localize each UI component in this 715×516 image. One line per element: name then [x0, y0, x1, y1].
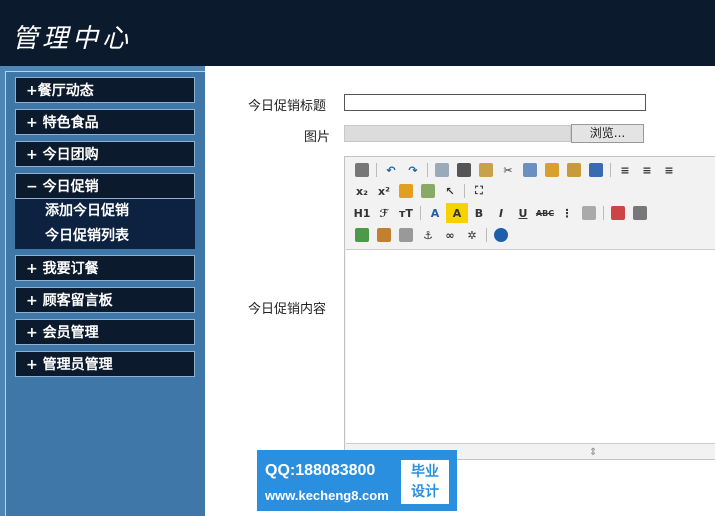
strikethrough-icon[interactable]: ABC: [534, 203, 556, 223]
spellcheck-icon[interactable]: [417, 181, 439, 201]
title-input[interactable]: [344, 94, 646, 111]
paste-word-icon[interactable]: [585, 160, 607, 180]
sidebar-item-group-buy[interactable]: + 今日团购: [15, 141, 195, 167]
fullscreen-icon[interactable]: ⛶: [468, 181, 490, 201]
watermark-badge: 毕业 设计: [401, 460, 449, 504]
editor-toolbar-row-3: H1 ℱ тT A A B I U ABC ⋮: [351, 203, 651, 223]
content-label: 今日促销内容: [248, 302, 327, 317]
toolbar-separator: [603, 206, 604, 220]
cut-icon[interactable]: ✂: [497, 160, 519, 180]
editor-toolbar-row-2: x₂ x² ↖ ⛶: [351, 181, 490, 201]
font-size-dropdown[interactable]: тT: [395, 203, 417, 223]
image-file-field[interactable]: [344, 125, 571, 142]
editor-content-area[interactable]: [346, 249, 715, 444]
heading-dropdown[interactable]: H1: [351, 203, 373, 223]
image-label: 图片: [304, 130, 331, 145]
rich-text-editor: ↶ ↷ ✂ ≡ ≡ ≡ x₂ x² ↖ ⛶ H1 ℱ тT A A B I U …: [344, 156, 715, 460]
subscript-icon[interactable]: x₂: [351, 181, 373, 201]
watermark-qq: QQ:188083800: [265, 462, 376, 479]
select-all-icon[interactable]: ↖: [439, 181, 461, 201]
toolbar-separator: [464, 184, 465, 198]
clear-format-icon[interactable]: [395, 181, 417, 201]
editor-toolbar-row-4: ⚓ ∞ ✲: [351, 225, 512, 245]
sidebar-item-guestbook[interactable]: + 顾客留言板: [15, 287, 195, 313]
page-break-icon[interactable]: [395, 225, 417, 245]
copy-icon[interactable]: [519, 160, 541, 180]
submenu-promotion-list[interactable]: 今日促销列表: [15, 224, 195, 249]
image-upload-icon[interactable]: [607, 203, 629, 223]
title-label: 今日促销标题: [248, 99, 327, 114]
preview-icon[interactable]: [431, 160, 453, 180]
template-icon[interactable]: [475, 160, 497, 180]
source-icon[interactable]: [351, 160, 373, 180]
align-right-icon[interactable]: ≡: [658, 160, 680, 180]
underline-icon[interactable]: U: [512, 203, 534, 223]
sidebar-item-order[interactable]: + 我要订餐: [15, 255, 195, 281]
undo-icon[interactable]: ↶: [380, 160, 402, 180]
align-left-icon[interactable]: ≡: [614, 160, 636, 180]
header-bar: 管理中心: [0, 0, 715, 66]
sidebar-item-special-food[interactable]: + 特色食品: [15, 109, 195, 135]
editor-toolbar-row-1: ↶ ↷ ✂ ≡ ≡ ≡: [351, 160, 680, 180]
watermark-site: www.kecheng8.com: [265, 488, 389, 503]
line-height-icon[interactable]: ⋮: [556, 203, 578, 223]
sidebar-item-restaurant-news[interactable]: +餐厅动态: [15, 77, 195, 103]
font-color-icon[interactable]: A: [424, 203, 446, 223]
superscript-icon[interactable]: x²: [373, 181, 395, 201]
toolbar-separator: [610, 163, 611, 177]
app-logo: 管理中心: [12, 24, 133, 54]
align-center-icon[interactable]: ≡: [636, 160, 658, 180]
browse-button[interactable]: 浏览...: [571, 124, 644, 143]
eraser-icon[interactable]: [578, 203, 600, 223]
italic-icon[interactable]: I: [490, 203, 512, 223]
paste-text-icon[interactable]: [563, 160, 585, 180]
highlight-color-icon[interactable]: A: [446, 203, 468, 223]
redo-icon[interactable]: ↷: [402, 160, 424, 180]
help-icon[interactable]: [490, 225, 512, 245]
toolbar-separator: [486, 228, 487, 242]
code-icon[interactable]: [373, 225, 395, 245]
promotion-submenu: 添加今日促销 今日促销列表: [15, 199, 195, 249]
flash-icon[interactable]: [629, 203, 651, 223]
unlink-icon[interactable]: ✲: [461, 225, 483, 245]
toolbar-separator: [376, 163, 377, 177]
toolbar-separator: [420, 206, 421, 220]
badge-line-2: 设计: [411, 484, 439, 500]
sidebar-item-members[interactable]: + 会员管理: [15, 319, 195, 345]
badge-line-1: 毕业: [411, 464, 439, 480]
watermark-banner: QQ:188083800 www.kecheng8.com 毕业 设计: [257, 450, 457, 511]
paste-icon[interactable]: [541, 160, 563, 180]
toolbar-separator: [427, 163, 428, 177]
insert-image-icon[interactable]: [351, 225, 373, 245]
font-family-dropdown[interactable]: ℱ: [373, 203, 395, 223]
anchor-icon[interactable]: ⚓: [417, 225, 439, 245]
sidebar-item-promotion[interactable]: − 今日促销: [15, 173, 195, 199]
submenu-add-promotion[interactable]: 添加今日促销: [15, 199, 195, 224]
bold-icon[interactable]: B: [468, 203, 490, 223]
print-icon[interactable]: [453, 160, 475, 180]
resize-handle-icon[interactable]: ⇕: [589, 447, 597, 458]
link-icon[interactable]: ∞: [439, 225, 461, 245]
sidebar-item-admins[interactable]: + 管理员管理: [15, 351, 195, 377]
